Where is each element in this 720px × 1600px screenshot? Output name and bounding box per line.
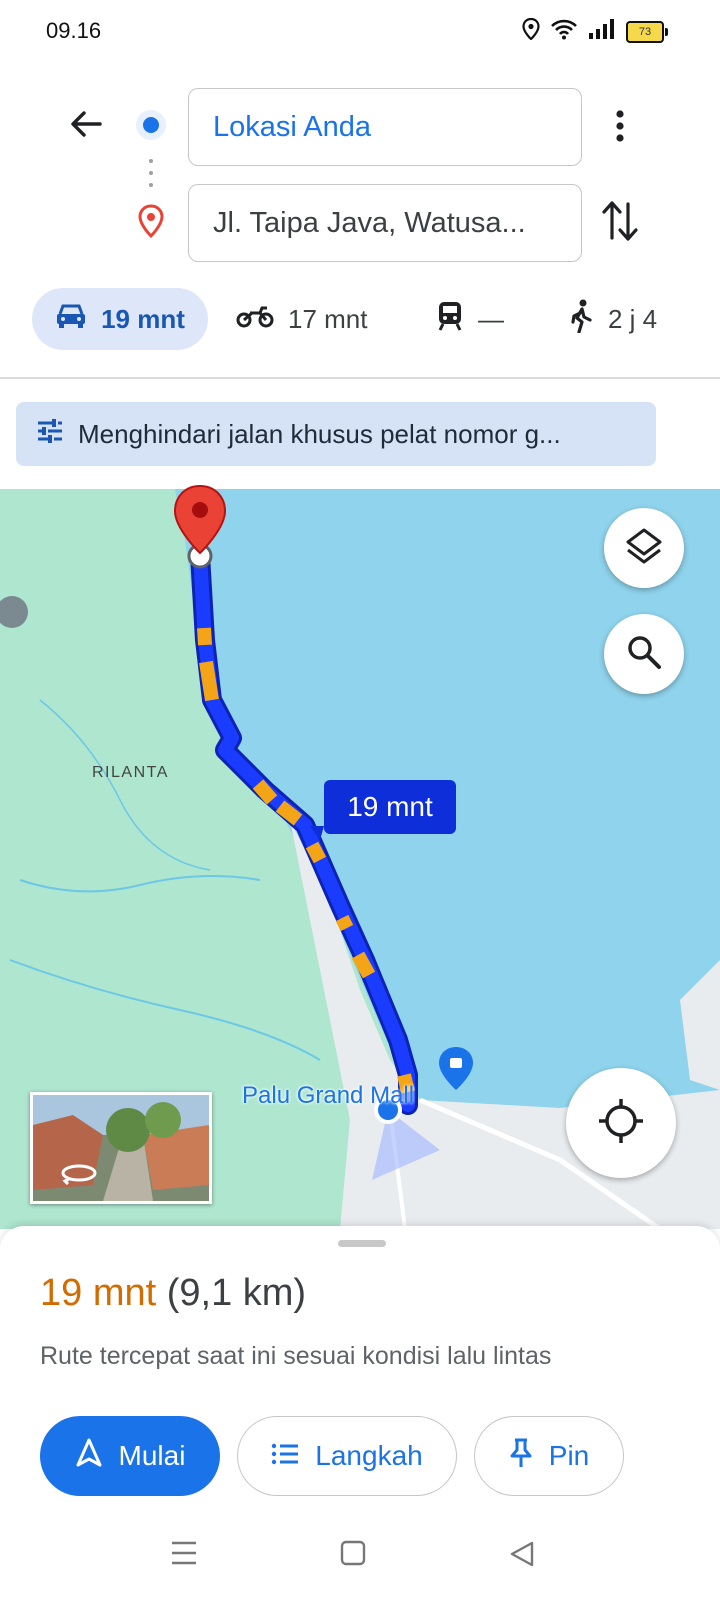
street-view-thumbnail[interactable] — [30, 1092, 212, 1204]
layers-icon — [624, 526, 664, 571]
back-icon[interactable] — [508, 1540, 536, 1573]
area-label: RILANTA — [92, 764, 169, 781]
mode-motorcycle-label: 17 mnt — [288, 303, 368, 334]
mode-transit-label: — — [478, 303, 504, 334]
menu-icon[interactable] — [170, 1540, 198, 1571]
route-description: Rute tercepat saat ini sesuai kondisi la… — [40, 1342, 552, 1370]
wifi-icon — [550, 18, 578, 45]
crosshair-icon — [597, 1097, 645, 1150]
walk-icon — [568, 299, 594, 340]
train-icon — [436, 300, 464, 339]
destination-pin-icon — [137, 204, 165, 243]
tune-icon — [36, 418, 64, 451]
motorcycle-icon — [236, 303, 274, 336]
more-vert-icon[interactable] — [606, 106, 634, 151]
route-options-chip[interactable]: Menghindari jalan khusus pelat nomor g..… — [16, 402, 656, 466]
start-button-label: Mulai — [118, 1440, 186, 1471]
origin-dot-icon — [134, 108, 168, 147]
status-time: 09.16 — [46, 18, 102, 43]
home-icon[interactable] — [340, 1540, 366, 1571]
mode-transit-tab[interactable]: — — [436, 288, 504, 350]
mode-walk-label: 2 j 4 — [608, 303, 658, 334]
pin-button-label: Pin — [548, 1440, 590, 1471]
steps-button[interactable]: Langkah — [237, 1416, 457, 1496]
origin-input[interactable]: Lokasi Anda — [188, 88, 582, 166]
destination-input[interactable]: Jl. Taipa Java, Watusa... — [188, 184, 582, 262]
route-summary: 19 mnt (9,1 km) — [40, 1272, 306, 1315]
back-arrow-icon[interactable] — [66, 104, 106, 149]
pin-button[interactable]: Pin — [474, 1416, 624, 1496]
list-icon — [271, 1440, 299, 1472]
place-label[interactable]: Palu Grand Mall — [242, 1082, 414, 1110]
route-duration-label[interactable]: 19 mnt — [324, 780, 456, 834]
mode-car-tab[interactable]: 19 mnt — [32, 288, 208, 350]
signal-icon — [588, 18, 616, 45]
route-duration: 19 mnt — [40, 1272, 157, 1314]
my-location-button[interactable] — [566, 1068, 676, 1178]
divider — [0, 377, 720, 379]
sheet-drag-handle[interactable] — [338, 1240, 386, 1247]
car-icon — [55, 302, 87, 337]
rotate-360-icon — [59, 1161, 99, 1190]
search-icon — [625, 633, 663, 676]
route-options-label: Menghindari jalan khusus pelat nomor g..… — [78, 418, 561, 449]
mode-motorcycle-tab[interactable]: 17 mnt — [236, 288, 368, 350]
route-distance: (9,1 km) — [166, 1272, 307, 1314]
swap-icon[interactable] — [600, 198, 640, 249]
location-icon — [522, 17, 540, 45]
navigation-icon — [75, 1438, 103, 1475]
route-label-pointer — [310, 826, 324, 840]
destination-marker-icon[interactable] — [172, 484, 228, 561]
mode-car-label: 19 mnt — [101, 303, 185, 334]
route-dots — [148, 158, 154, 193]
map-search-button[interactable] — [604, 614, 684, 694]
status-icons: 73 — [522, 17, 668, 45]
pushpin-icon — [509, 1438, 533, 1475]
start-button[interactable]: Mulai — [40, 1416, 220, 1496]
layers-button[interactable] — [604, 508, 684, 588]
mode-walk-tab[interactable]: 2 j 4 — [568, 288, 657, 350]
battery-icon: 73 — [626, 20, 668, 43]
steps-button-label: Langkah — [315, 1440, 423, 1471]
